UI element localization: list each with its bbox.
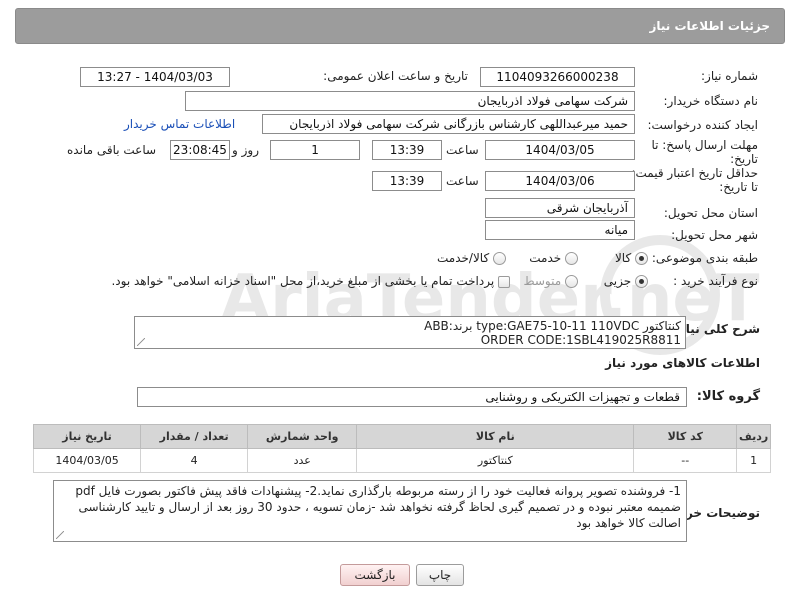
deadline-days-field: 1 xyxy=(270,140,360,160)
page-title-bar: جزئیات اطلاعات نیاز xyxy=(15,8,785,44)
buyer-notes-textarea[interactable]: 1- فروشنده تصویر پروانه فعالیت خود را از… xyxy=(53,480,687,542)
price-validity-time-field: 13:39 xyxy=(372,171,442,191)
category-option-both[interactable]: کالا/خدمت xyxy=(437,251,506,265)
cell-code: -- xyxy=(633,448,738,473)
radio-selected-icon[interactable] xyxy=(635,275,648,288)
announce-date-field: 1404/03/03 - 13:27 xyxy=(80,67,230,87)
deadline-days-label: روز و xyxy=(232,143,259,157)
col-date: تاریخ نیاز xyxy=(32,424,142,449)
deadline-time-field: 13:39 xyxy=(372,140,442,160)
requester-field: حمید میرعبداللهی کارشناس بازرگانی شرکت س… xyxy=(262,114,635,134)
radio-icon[interactable] xyxy=(565,252,578,265)
resize-handle-icon[interactable] xyxy=(137,338,145,346)
watermark-logo: AriaTender.neT xyxy=(221,235,760,355)
remaining-time-field: 23:08:45 xyxy=(170,140,230,160)
need-number-label: شماره نیاز: xyxy=(701,69,758,83)
remaining-time-label: ساعت باقی مانده xyxy=(67,143,157,157)
cell-qty: 4 xyxy=(140,448,249,473)
col-name: نام کالا xyxy=(356,424,635,449)
price-validity-time-label: ساعت xyxy=(446,174,479,188)
resize-handle-icon[interactable] xyxy=(56,531,64,539)
province-label: استان محل تحویل: xyxy=(663,206,758,220)
goods-group-label: گروه کالا: xyxy=(696,389,760,404)
goods-info-title: اطلاعات کالاهای مورد نیاز xyxy=(605,356,760,370)
page-title: جزئیات اطلاعات نیاز xyxy=(649,19,770,33)
cell-name: کنتاکتور xyxy=(356,448,635,473)
requester-label: ایجاد کننده درخواست: xyxy=(647,118,758,132)
category-label: طبقه بندی موضوعی: xyxy=(651,251,758,265)
deadline-label: مهلت ارسال پاسخ: تا تاریخ: xyxy=(651,138,758,166)
table-header-row: ردیف کد کالا نام کالا واحد شمارش تعداد /… xyxy=(32,424,771,449)
deadline-date-field: 1404/03/05 xyxy=(485,140,635,160)
description-line-1: کنتاکتور type:GAE75-10-11 110VDC برند:AB… xyxy=(424,319,681,333)
deadline-time-label: ساعت xyxy=(446,143,479,157)
description-line-2: ORDER CODE:1SBL419025R8811 xyxy=(480,333,681,347)
table-row: 1 -- کنتاکتور عدد 4 1404/03/05 xyxy=(32,448,771,473)
announce-date-label: تاریخ و ساعت اعلان عمومی: xyxy=(323,69,468,83)
province-field: آذربایجان شرقی xyxy=(485,198,635,218)
category-option-service[interactable]: خدمت xyxy=(529,251,578,265)
items-table: ردیف کد کالا نام کالا واحد شمارش تعداد /… xyxy=(32,424,771,473)
col-index: ردیف xyxy=(736,424,771,449)
print-button[interactable]: چاپ xyxy=(416,564,464,586)
col-unit: واحد شمارش xyxy=(247,424,358,449)
cell-date: 1404/03/05 xyxy=(32,448,142,473)
col-qty: تعداد / مقدار xyxy=(140,424,249,449)
category-option-goods[interactable]: کالا xyxy=(615,251,648,265)
goods-group-field: قطعات و تجهیزات الکتریکی و روشنایی xyxy=(137,387,687,407)
price-validity-label: حداقل تاریخ اعتبار قیمت: تا تاریخ: xyxy=(631,166,758,194)
checkbox-icon[interactable] xyxy=(498,275,510,288)
buyer-org-field: شرکت سهامی فولاد اذربایجان xyxy=(185,91,635,111)
process-option-minor[interactable]: جزیی xyxy=(604,274,648,288)
back-button[interactable]: بازگشت xyxy=(340,564,410,586)
city-field: میانه xyxy=(485,220,635,240)
process-option-medium[interactable]: متوسط xyxy=(523,274,578,288)
buyer-notes-text: 1- فروشنده تصویر پروانه فعالیت خود را از… xyxy=(75,484,681,530)
city-label: شهر محل تحویل: xyxy=(671,228,758,242)
description-textarea[interactable]: کنتاکتور type:GAE75-10-11 110VDC برند:AB… xyxy=(134,316,686,349)
radio-icon[interactable] xyxy=(493,252,506,265)
radio-selected-icon[interactable] xyxy=(635,252,648,265)
description-label: شرح کلی نیاز: xyxy=(674,322,760,336)
need-number-field: 1104093266000238 xyxy=(480,67,635,87)
col-code: کد کالا xyxy=(633,424,738,449)
process-label: نوع فرآیند خرید : xyxy=(673,274,758,288)
buyer-contact-link[interactable]: اطلاعات تماس خریدار xyxy=(124,117,235,131)
radio-icon[interactable] xyxy=(565,275,578,288)
cell-unit: عدد xyxy=(247,448,358,473)
buyer-org-label: نام دستگاه خریدار: xyxy=(663,94,759,108)
treasury-payment-option[interactable]: پرداخت تمام یا بخشی از مبلغ خرید،از محل … xyxy=(111,274,510,288)
cell-index: 1 xyxy=(736,448,771,473)
price-validity-date-field: 1404/03/06 xyxy=(485,171,635,191)
